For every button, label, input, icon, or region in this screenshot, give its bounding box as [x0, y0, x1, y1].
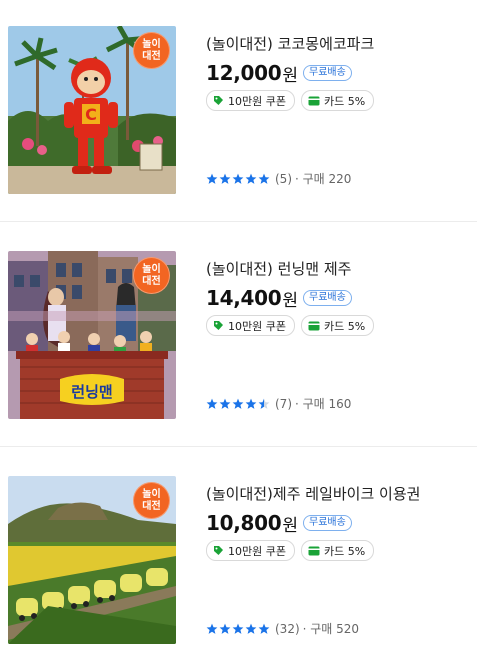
product-price: 12,000 — [206, 61, 282, 85]
star-icon — [219, 173, 231, 184]
coupon-label: 10만원 쿠폰 — [228, 319, 286, 333]
review-count: (7) — [275, 396, 292, 411]
benefit-chips: 10만원 쿠폰 카드 5% — [206, 540, 466, 561]
tag-icon — [213, 320, 224, 331]
product-image-running-man[interactable]: 런닝맨 놀이 대전 — [8, 251, 176, 419]
free-shipping-tag: 무료배송 — [303, 65, 352, 81]
product-info: (놀이대전)제주 레일바이크 이용권 10,800 원 무료배송 10만원 쿠폰 — [206, 484, 466, 561]
star-icon — [206, 398, 218, 409]
rating-row: (32) · 구매 520 — [206, 620, 359, 637]
price-row: 12,000 원 무료배송 — [206, 60, 466, 86]
sales-count: · 구매 220 — [295, 172, 352, 186]
free-shipping-tag: 무료배송 — [303, 515, 352, 531]
benefit-chips: 10만원 쿠폰 카드 5% — [206, 90, 466, 111]
play-festival-badge: 놀이 대전 — [133, 257, 170, 294]
star-icon — [258, 173, 270, 184]
currency-unit: 원 — [282, 65, 299, 86]
product-image-cocomong[interactable]: C 놀이 대전 — [8, 26, 176, 194]
product-card[interactable]: 런닝맨 놀이 대전 (놀이대전) 런닝맨 제주 14,400 원 무료배송 10… — [0, 251, 477, 421]
coupon-label: 10만원 쿠폰 — [228, 94, 286, 108]
star-rating — [206, 173, 270, 185]
card-discount-chip[interactable]: 카드 5% — [300, 315, 375, 336]
sales-count: · 구매 160 — [295, 397, 352, 411]
product-title[interactable]: (놀이대전) 코코몽에코파크 — [206, 34, 466, 54]
review-count: (5) — [275, 171, 292, 186]
star-rating — [206, 623, 270, 635]
credit-card-icon — [308, 546, 320, 556]
credit-card-icon — [308, 321, 320, 331]
tag-icon — [213, 95, 224, 106]
product-info: (놀이대전) 런닝맨 제주 14,400 원 무료배송 10만원 쿠폰 카드 5… — [206, 259, 466, 336]
price-row: 14,400 원 무료배송 — [206, 285, 466, 311]
coupon-chip[interactable]: 10만원 쿠폰 — [206, 315, 295, 336]
currency-unit: 원 — [282, 290, 299, 311]
currency-unit: 원 — [282, 515, 299, 536]
star-icon — [219, 623, 231, 634]
product-card[interactable]: 놀이 대전 (놀이대전)제주 레일바이크 이용권 10,800 원 무료배송 1… — [0, 476, 477, 646]
product-image-rail-bike[interactable]: 놀이 대전 — [8, 476, 176, 644]
star-icon — [245, 398, 257, 409]
star-icon — [206, 623, 218, 634]
star-icon — [206, 173, 218, 184]
star-icon — [258, 398, 270, 409]
svg-text:C: C — [85, 105, 97, 124]
product-card[interactable]: C 놀이 대전 (놀이대전) 코코몽에코파크 12,000 원 무료배송 10만… — [0, 26, 477, 196]
product-title[interactable]: (놀이대전) 런닝맨 제주 — [206, 259, 466, 279]
rating-row: (7) · 구매 160 — [206, 395, 351, 412]
play-festival-badge: 놀이 대전 — [133, 482, 170, 519]
divider — [0, 221, 477, 222]
card-discount-label: 카드 5% — [323, 94, 366, 108]
tag-icon — [213, 545, 224, 556]
card-discount-chip[interactable]: 카드 5% — [300, 90, 375, 111]
card-discount-chip[interactable]: 카드 5% — [300, 540, 375, 561]
product-price: 10,800 — [206, 511, 282, 535]
product-price: 14,400 — [206, 286, 282, 310]
credit-card-icon — [308, 96, 320, 106]
sales-count: · 구매 520 — [302, 622, 360, 636]
free-shipping-tag: 무료배송 — [303, 290, 352, 306]
star-icon — [232, 398, 244, 409]
card-discount-label: 카드 5% — [323, 544, 366, 558]
star-icon — [219, 398, 231, 409]
divider — [0, 446, 477, 447]
coupon-chip[interactable]: 10만원 쿠폰 — [206, 90, 295, 111]
benefit-chips: 10만원 쿠폰 카드 5% — [206, 315, 466, 336]
coupon-label: 10만원 쿠폰 — [228, 544, 286, 558]
product-title[interactable]: (놀이대전)제주 레일바이크 이용권 — [206, 484, 466, 504]
star-icon — [245, 173, 257, 184]
rating-row: (5) · 구매 220 — [206, 170, 351, 187]
price-row: 10,800 원 무료배송 — [206, 510, 466, 536]
star-rating — [206, 398, 270, 410]
star-icon — [245, 623, 257, 634]
product-info: (놀이대전) 코코몽에코파크 12,000 원 무료배송 10만원 쿠폰 카드 … — [206, 34, 466, 111]
star-icon — [232, 173, 244, 184]
svg-text:런닝맨: 런닝맨 — [71, 383, 112, 401]
card-discount-label: 카드 5% — [323, 319, 366, 333]
coupon-chip[interactable]: 10만원 쿠폰 — [206, 540, 295, 561]
play-festival-badge: 놀이 대전 — [133, 32, 170, 69]
review-count: (32) — [275, 621, 300, 636]
star-icon — [232, 623, 244, 634]
star-icon — [258, 623, 270, 634]
